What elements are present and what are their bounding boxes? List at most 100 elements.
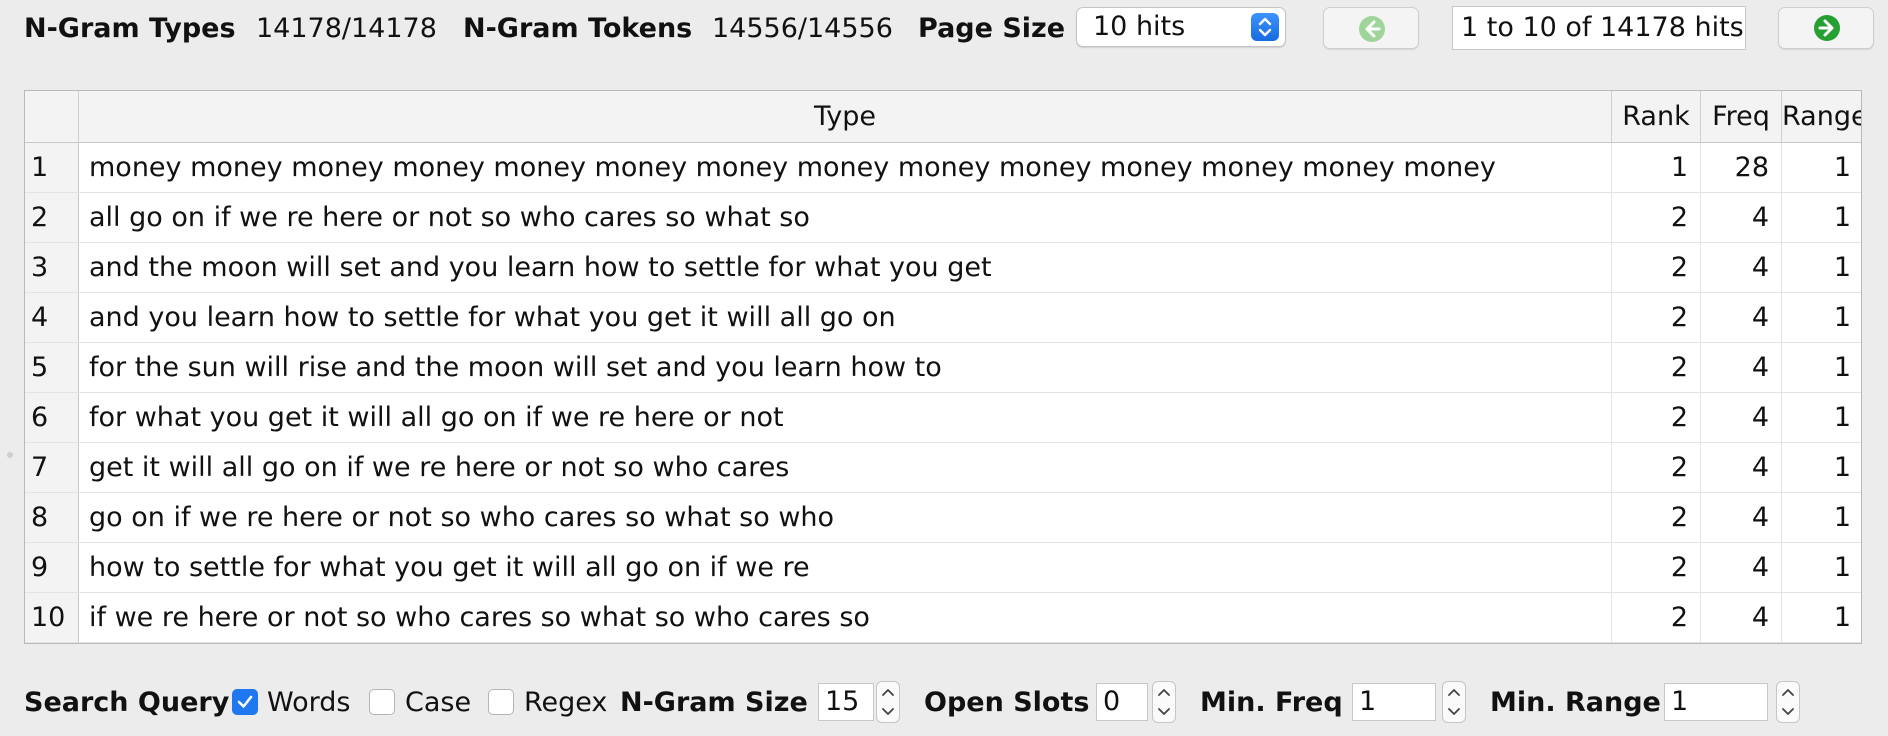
range-cell[interactable]: 1	[1782, 393, 1861, 442]
row-index: 8	[25, 493, 79, 542]
range-cell[interactable]: 1	[1782, 143, 1861, 192]
range-cell[interactable]: 1	[1782, 293, 1861, 342]
hits-range-field[interactable]: 1 to 10 of 14178 hits	[1452, 6, 1746, 50]
type-cell[interactable]: and you learn how to settle for what you…	[79, 293, 1612, 342]
min-range-stepper[interactable]	[1776, 681, 1800, 723]
type-cell[interactable]: for what you get it will all go on if we…	[79, 393, 1612, 442]
type-cell[interactable]: get it will all go on if we re here or n…	[79, 443, 1612, 492]
type-cell[interactable]: all go on if we re here or not so who ca…	[79, 193, 1612, 242]
range-cell[interactable]: 1	[1782, 543, 1861, 592]
range-cell[interactable]: 1	[1782, 443, 1861, 492]
rank-cell[interactable]: 2	[1612, 593, 1701, 642]
freq-cell[interactable]: 4	[1701, 543, 1782, 592]
rank-cell[interactable]: 2	[1612, 343, 1701, 392]
search-query-label: Search Query	[24, 687, 230, 718]
updown-chevron-icon	[1251, 13, 1279, 41]
next-page-button[interactable]	[1778, 7, 1874, 49]
type-cell[interactable]: and the moon will set and you learn how …	[79, 243, 1612, 292]
column-header-range[interactable]: Range	[1782, 91, 1861, 143]
ngram-types-label: N-Gram Types	[24, 13, 236, 44]
min-freq-stepper[interactable]	[1442, 681, 1466, 723]
min-freq-label: Min. Freq	[1200, 687, 1343, 718]
row-index: 1	[25, 143, 79, 192]
table-row[interactable]: 5 for the sun will rise and the moon wil…	[25, 343, 1861, 393]
stepper-arrows-icon	[1448, 689, 1460, 715]
freq-cell[interactable]: 4	[1701, 193, 1782, 242]
row-index: 5	[25, 343, 79, 392]
type-cell[interactable]: go on if we re here or not so who cares …	[79, 493, 1612, 542]
table-row[interactable]: 10 if we re here or not so who cares so …	[25, 593, 1861, 643]
table-row[interactable]: 9 how to settle for what you get it will…	[25, 543, 1861, 593]
rank-cell[interactable]: 2	[1612, 193, 1701, 242]
rank-cell[interactable]: 2	[1612, 293, 1701, 342]
freq-cell[interactable]: 4	[1701, 393, 1782, 442]
rank-cell[interactable]: 1	[1612, 143, 1701, 192]
ngram-tokens-value: 14556/14556	[712, 13, 893, 44]
stepper-arrows-icon	[1782, 689, 1794, 715]
splitter-handle[interactable]	[7, 452, 13, 458]
range-cell[interactable]: 1	[1782, 493, 1861, 542]
row-index: 10	[25, 593, 79, 642]
rank-cell[interactable]: 2	[1612, 443, 1701, 492]
freq-cell[interactable]: 4	[1701, 493, 1782, 542]
table-row[interactable]: 3 and the moon will set and you learn ho…	[25, 243, 1861, 293]
rank-cell[interactable]: 2	[1612, 543, 1701, 592]
type-cell[interactable]: how to settle for what you get it will a…	[79, 543, 1612, 592]
min-range-field[interactable]: 1	[1664, 683, 1768, 721]
page-size-label: Page Size	[918, 13, 1066, 44]
words-checkbox[interactable]	[232, 689, 258, 715]
row-index: 4	[25, 293, 79, 342]
case-checkbox[interactable]	[369, 689, 395, 715]
table-row[interactable]: 8 go on if we re here or not so who care…	[25, 493, 1861, 543]
freq-cell[interactable]: 4	[1701, 243, 1782, 292]
freq-cell[interactable]: 4	[1701, 343, 1782, 392]
checkmark-icon	[237, 695, 253, 708]
freq-cell[interactable]: 28	[1701, 143, 1782, 192]
range-cell[interactable]: 1	[1782, 193, 1861, 242]
min-freq-field[interactable]: 1	[1352, 683, 1436, 721]
open-slots-field[interactable]: 0	[1096, 683, 1148, 721]
range-cell[interactable]: 1	[1782, 593, 1861, 642]
ngram-size-label: N-Gram Size	[620, 687, 808, 718]
regex-label[interactable]: Regex	[524, 678, 607, 728]
back-arrow-icon	[1358, 15, 1386, 47]
table-row[interactable]: 7 get it will all go on if we re here or…	[25, 443, 1861, 493]
rank-cell[interactable]: 2	[1612, 493, 1701, 542]
column-header-rank[interactable]: Rank	[1612, 91, 1701, 143]
rank-cell[interactable]: 2	[1612, 393, 1701, 442]
type-cell[interactable]: for the sun will rise and the moon will …	[79, 343, 1612, 392]
freq-cell[interactable]: 4	[1701, 293, 1782, 342]
open-slots-stepper[interactable]	[1152, 681, 1176, 723]
ngram-types-value: 14178/14178	[256, 13, 437, 44]
row-index: 2	[25, 193, 79, 242]
range-cell[interactable]: 1	[1782, 243, 1861, 292]
min-range-label: Min. Range	[1490, 687, 1661, 718]
range-cell[interactable]: 1	[1782, 343, 1861, 392]
type-cell[interactable]: if we re here or not so who cares so wha…	[79, 593, 1612, 642]
table-row[interactable]: 1 money money money money money money mo…	[25, 143, 1861, 193]
case-label[interactable]: Case	[405, 678, 471, 728]
stepper-arrows-icon	[1158, 689, 1170, 715]
open-slots-label: Open Slots	[924, 687, 1090, 718]
row-index: 9	[25, 543, 79, 592]
freq-cell[interactable]: 4	[1701, 443, 1782, 492]
row-index: 6	[25, 393, 79, 442]
freq-cell[interactable]: 4	[1701, 593, 1782, 642]
row-index-header	[25, 91, 79, 143]
search-options-bar: Search Query Words Case Regex N-Gram Siz…	[0, 676, 1888, 732]
table-row[interactable]: 2 all go on if we re here or not so who …	[25, 193, 1861, 243]
column-header-type[interactable]: Type	[79, 91, 1612, 143]
type-cell[interactable]: money money money money money money mone…	[79, 143, 1612, 192]
column-header-freq[interactable]: Freq	[1701, 91, 1782, 143]
previous-page-button[interactable]	[1323, 7, 1419, 49]
table-row[interactable]: 4 and you learn how to settle for what y…	[25, 293, 1861, 343]
rank-cell[interactable]: 2	[1612, 243, 1701, 292]
ngram-size-stepper[interactable]	[876, 681, 900, 723]
ngram-size-field[interactable]: 15	[818, 683, 874, 721]
table-row[interactable]: 6 for what you get it will all go on if …	[25, 393, 1861, 443]
toolbar-top: N-Gram Types 14178/14178 N-Gram Tokens 1…	[0, 0, 1888, 62]
regex-checkbox[interactable]	[488, 689, 514, 715]
words-label[interactable]: Words	[267, 678, 350, 728]
page-size-select[interactable]: 10 hits	[1076, 7, 1286, 47]
stepper-arrows-icon	[882, 689, 894, 715]
